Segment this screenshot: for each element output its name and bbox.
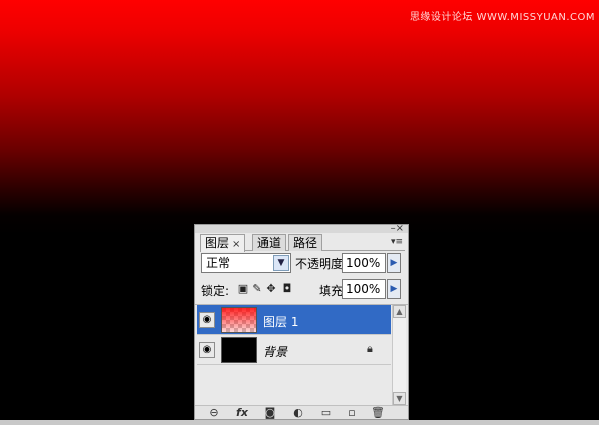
panel-window-controls[interactable]: –× [391, 224, 404, 234]
lock-label: 锁定: [201, 284, 230, 298]
link-icon[interactable]: ⊖ [205, 406, 223, 420]
folder-icon[interactable]: ▭ [317, 406, 335, 420]
blend-mode-value: 正常 [206, 256, 231, 270]
layer-row-layer1[interactable]: ◉ 图层 1 [197, 305, 391, 335]
eye-icon[interactable]: ◉ [199, 312, 215, 328]
lock-transparent-icon[interactable]: ▣ [237, 282, 249, 296]
opacity-label: 不透明度: [295, 257, 348, 271]
eye-icon[interactable]: ◉ [199, 342, 215, 358]
status-strip [0, 420, 599, 425]
tab-layers-label: 图层 [205, 236, 230, 250]
layers-scrollbar[interactable]: ▲ ▼ [392, 305, 406, 405]
lock-brush-icon[interactable]: ✎ [251, 282, 263, 296]
panel-footer: ⊖ fx ◙ ◐ ▭ ▫ 🗑︎ [195, 405, 408, 419]
lock-icon: 🔒︎ [367, 342, 373, 355]
chevron-down-icon[interactable]: ▼ [273, 255, 289, 271]
mask-icon[interactable]: ◙ [261, 406, 279, 420]
lock-all-icon[interactable]: ◘ [281, 282, 293, 296]
layer-name: 图层 1 [263, 315, 299, 329]
tab-channels[interactable]: 通道 [252, 234, 287, 251]
scroll-down-icon[interactable]: ▼ [393, 392, 406, 405]
fill-input[interactable]: 100% [342, 279, 386, 299]
layer-thumbnail [221, 307, 257, 333]
fx-icon[interactable]: fx [233, 406, 251, 420]
watermark-text: 思缘设计论坛 WWW.MISSYUAN.COM [409, 12, 595, 23]
lock-move-icon[interactable]: ✥ [265, 282, 277, 296]
blend-mode-select[interactable]: 正常 ▼ [201, 253, 291, 273]
tab-channels-label: 通道 [257, 236, 282, 250]
layer-thumbnail [221, 337, 257, 363]
tab-paths[interactable]: 路径 [288, 234, 323, 251]
opacity-input[interactable]: 100% [342, 253, 386, 273]
adjustment-icon[interactable]: ◐ [289, 406, 307, 420]
layers-list: ◉ 图层 1 ◉ 背景 🔒︎ [197, 305, 391, 405]
panel-tabs: 图层 × 通道 路径 ▾≡ [200, 233, 405, 252]
fill-slider-arrow-icon[interactable]: ▶ [387, 279, 401, 299]
panel-title-bar[interactable] [195, 225, 408, 233]
opacity-slider-arrow-icon[interactable]: ▶ [387, 253, 401, 273]
tab-paths-label: 路径 [293, 236, 318, 250]
blend-opacity-row: 正常 ▼ 不透明度: 100% ▶ [201, 253, 404, 275]
tab-close-icon[interactable]: × [232, 239, 240, 250]
tab-layers[interactable]: 图层 × [200, 234, 246, 252]
lock-fill-row: 锁定: ▣ ✎ ✥ ◘ 填充: 100% ▶ [201, 279, 404, 301]
new-layer-icon[interactable]: ▫ [343, 406, 361, 420]
panel-menu-icon[interactable]: ▾≡ [391, 237, 403, 247]
layers-panel: –× 图层 × 通道 路径 ▾≡ 正常 ▼ 不透明度: 100% ▶ 锁定: ▣ … [194, 224, 409, 420]
scroll-up-icon[interactable]: ▲ [393, 305, 406, 318]
layer-row-background[interactable]: ◉ 背景 🔒︎ [197, 335, 391, 365]
layer-name: 背景 [263, 345, 288, 359]
trash-icon[interactable]: 🗑︎ [369, 406, 387, 420]
